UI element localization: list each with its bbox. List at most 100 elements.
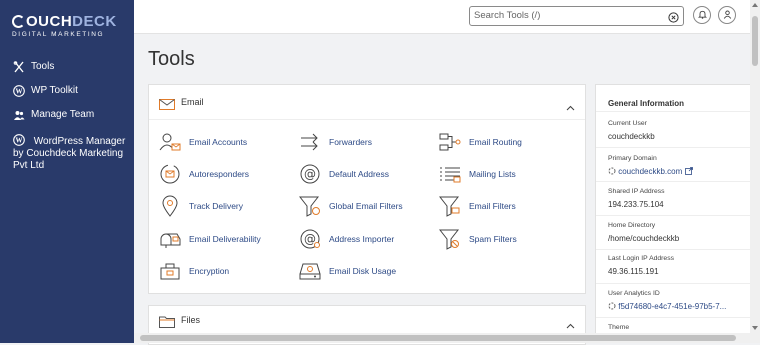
tool-label: Forwarders <box>329 137 372 147</box>
tool-address-importer[interactable]: @ Address Importer <box>299 228 394 250</box>
tool-label: Email Filters <box>469 201 516 211</box>
wordpress-icon: W <box>13 85 25 97</box>
sidebar-item-wp-toolkit[interactable]: W WP Toolkit <box>0 85 78 97</box>
tool-label: Autoresponders <box>189 169 250 179</box>
svg-text:@: @ <box>304 232 316 246</box>
tool-email-disk-usage[interactable]: Email Disk Usage <box>299 260 396 282</box>
notifications-button[interactable] <box>693 6 711 24</box>
user-menu-button[interactable] <box>718 6 736 24</box>
sidebar-item-label: Tools <box>31 61 55 72</box>
tools-icon <box>13 61 25 73</box>
tool-label: Mailing Lists <box>469 169 516 179</box>
page-title: Tools <box>148 48 195 70</box>
tool-label: Encryption <box>189 266 230 276</box>
vertical-scrollbar-thumb[interactable] <box>752 16 758 66</box>
sidebar-item-label: WP Toolkit <box>31 85 78 96</box>
svg-text:@: @ <box>304 167 316 181</box>
info-shared-ip: Shared IP Address 194.233.75.104 <box>596 181 752 216</box>
routing-icon <box>439 131 461 153</box>
user-mail-icon <box>159 131 181 153</box>
forward-arrows-icon <box>299 131 321 153</box>
tool-label: Global Email Filters <box>329 201 403 211</box>
info-label: User Analytics ID <box>608 290 660 297</box>
chevron-up-icon[interactable] <box>566 98 575 116</box>
loading-spinner-icon <box>608 167 616 177</box>
sidebar: OUCHDECK DIGITAL MARKETING Tools W WP To… <box>0 0 134 343</box>
scroll-down-arrow-icon[interactable] <box>750 323 760 333</box>
brand-tagline: DIGITAL MARKETING <box>12 31 105 38</box>
primary-domain-link[interactable]: couchdeckkb.com <box>608 167 693 177</box>
info-value: couchdeckkb <box>608 132 655 141</box>
disk-icon <box>299 260 321 282</box>
brand-name: OUCHDECK <box>12 14 128 30</box>
funnel-icon <box>439 228 461 250</box>
loading-spinner-icon <box>608 302 616 312</box>
tool-default-address[interactable]: @ Default Address <box>299 163 389 185</box>
top-bar <box>134 0 750 34</box>
tool-mailing-lists[interactable]: Mailing Lists <box>439 163 516 185</box>
envelope-icon <box>159 97 175 115</box>
search-input[interactable] <box>474 10 664 21</box>
scroll-up-arrow-icon[interactable] <box>750 0 760 10</box>
tool-email-deliverability[interactable]: Email Deliverability <box>159 228 261 250</box>
tool-encryption[interactable]: Encryption <box>159 260 229 282</box>
analytics-id-link[interactable]: f5d74680-e4c7-451e-97b5-7... <box>608 302 726 312</box>
tool-global-email-filters[interactable]: Global Email Filters <box>299 195 403 217</box>
search-icon[interactable] <box>668 10 679 28</box>
users-icon <box>13 109 25 121</box>
at-sign-icon: @ <box>299 163 321 185</box>
info-current-user: Current User couchdeckkb <box>596 111 752 148</box>
external-link-icon <box>684 167 693 177</box>
files-section-title: Files <box>181 315 201 325</box>
location-pin-icon <box>159 195 181 217</box>
info-home-directory: Home Directory /home/couchdeckkb <box>596 215 752 250</box>
mailbox-icon <box>159 228 181 250</box>
encryption-icon <box>159 260 181 282</box>
tool-label: Email Disk Usage <box>329 266 397 276</box>
tool-email-accounts[interactable]: Email Accounts <box>159 131 247 153</box>
svg-text:W: W <box>16 88 23 96</box>
tool-label: Spam Filters <box>469 234 517 244</box>
tool-label: Address Importer <box>329 234 395 244</box>
info-label: Last Login IP Address <box>608 255 675 262</box>
sidebar-item-manage-team[interactable]: Manage Team <box>0 109 94 121</box>
info-label: Current User <box>608 120 647 127</box>
user-icon <box>723 6 732 24</box>
tool-label: Email Deliverability <box>189 234 261 244</box>
tool-label: Email Routing <box>469 137 522 147</box>
wordpress-icon: W <box>13 134 25 146</box>
tool-forwarders[interactable]: Forwarders <box>299 131 372 153</box>
tool-track-delivery[interactable]: Track Delivery <box>159 195 243 217</box>
tool-email-filters[interactable]: Email Filters <box>439 195 516 217</box>
funnel-icon <box>439 195 461 217</box>
at-sign-icon: @ <box>299 228 321 250</box>
vertical-scrollbar[interactable] <box>750 0 760 343</box>
bell-icon <box>697 6 707 24</box>
info-last-login-ip: Last Login IP Address 49.36.115.191 <box>596 249 752 284</box>
info-label: Shared IP Address <box>608 188 665 195</box>
info-primary-domain: Primary Domain couchdeckkb.com <box>596 147 752 184</box>
logo-c-mark-icon <box>12 15 25 28</box>
email-section-header[interactable]: Email <box>149 85 585 120</box>
brand-logo[interactable]: OUCHDECK DIGITAL MARKETING <box>12 14 128 38</box>
tool-email-routing[interactable]: Email Routing <box>439 131 522 153</box>
tool-autoresponders[interactable]: Autoresponders <box>159 163 249 185</box>
sidebar-item-label: Manage Team <box>31 109 95 120</box>
tool-spam-filters[interactable]: Spam Filters <box>439 228 517 250</box>
svg-text:W: W <box>16 137 23 145</box>
general-info-title: General Information <box>608 99 685 108</box>
info-label: Theme <box>608 324 630 331</box>
folder-icon <box>159 315 175 333</box>
horizontal-scrollbar-thumb[interactable] <box>140 335 736 341</box>
chevron-up-icon[interactable] <box>566 316 575 334</box>
list-icon <box>439 163 461 185</box>
search-box[interactable] <box>469 6 684 26</box>
funnel-icon <box>299 195 321 217</box>
tool-label: Default Address <box>329 169 390 179</box>
email-section-title: Email <box>181 97 204 107</box>
sidebar-item-wordpress-manager[interactable]: W WordPress Manager by Couchdeck Marketi… <box>0 134 131 172</box>
info-value: /home/couchdeckkb <box>608 234 680 243</box>
horizontal-scrollbar[interactable] <box>134 333 750 343</box>
sidebar-item-label: WordPress Manager by Couchdeck Marketing… <box>13 136 126 171</box>
sidebar-item-tools[interactable]: Tools <box>0 61 54 73</box>
